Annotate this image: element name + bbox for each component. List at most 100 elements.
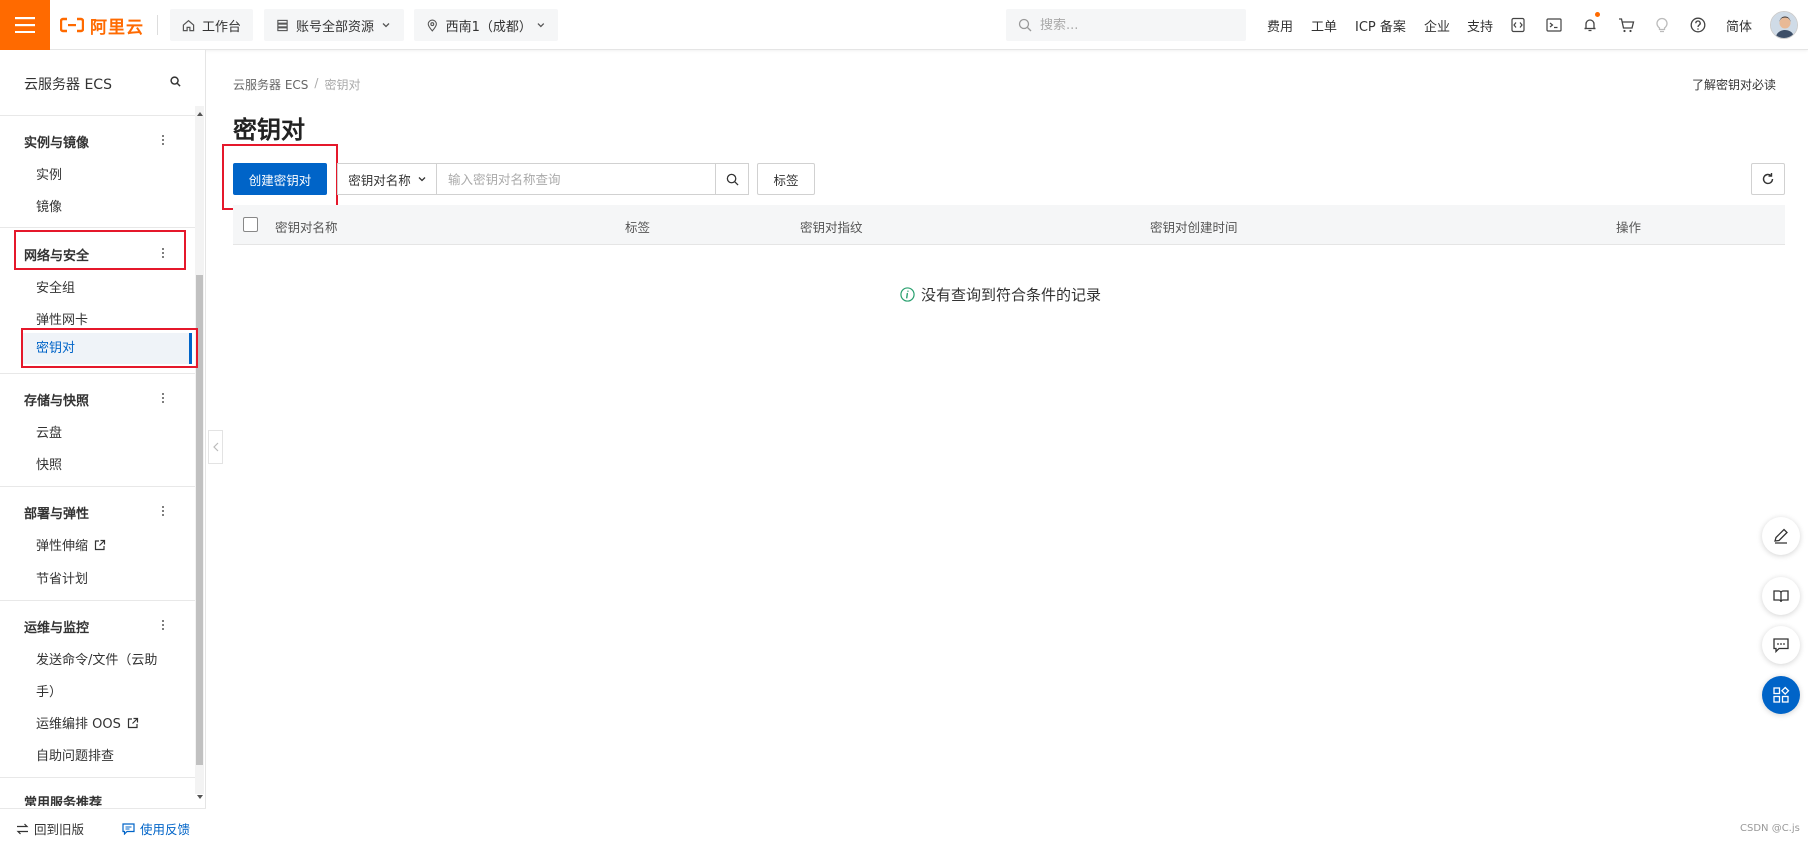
sidebar-title: 云服务器 ECS [24,77,112,93]
user-avatar[interactable] [1770,11,1798,39]
key-pair-search-input[interactable] [436,163,716,195]
sidebar-collapse-button[interactable] [208,430,223,464]
sidebar-group-recommended[interactable]: 常用服务推荐 [24,794,102,806]
column-header-created: 密钥对创建时间 [1150,220,1238,235]
code-icon[interactable] [1508,15,1528,35]
nav-link-billing[interactable]: 费用 [1267,0,1293,50]
edit-float-button[interactable] [1762,517,1800,555]
sidebar-group-network-security[interactable]: 网络与安全 [24,245,89,264]
chevron-down-icon [418,177,426,182]
refresh-button[interactable] [1751,163,1785,195]
sidebar-item-eni[interactable]: 弹性网卡 [36,309,88,328]
more-options-icon[interactable] [158,503,168,519]
docs-float-button[interactable] [1762,577,1800,615]
help-icon[interactable] [1688,15,1708,35]
watermark: CSDN @C.js [1740,823,1800,834]
breadcrumb-separator: / [314,76,319,90]
location-icon [427,19,437,32]
select-all-checkbox[interactable] [243,217,258,232]
sidebar-search-icon[interactable] [170,76,181,87]
sidebar-item-oos[interactable]: 运维编排 OOS [36,713,139,732]
nav-link-support[interactable]: 支持 [1467,0,1493,50]
sidebar-group-storage[interactable]: 存储与快照 [24,390,89,409]
sidebar-item-auto-scaling[interactable]: 弹性伸缩 [36,535,106,554]
sidebar-item-disks[interactable]: 云盘 [36,422,62,441]
more-options-icon[interactable] [158,245,168,261]
aliyun-logo[interactable]: 阿里云 [60,12,144,38]
home-icon [182,19,195,31]
column-header-fingerprint: 密钥对指纹 [800,220,863,235]
feedback-label: 使用反馈 [140,822,191,837]
search-icon [726,173,739,186]
hamburger-menu-button[interactable] [0,0,50,50]
sidebar-item-savings-plan[interactable]: 节省计划 [36,568,88,587]
bulb-icon[interactable] [1652,15,1672,35]
breadcrumb-link-ecs[interactable]: 云服务器 ECS [233,76,308,93]
sidebar-group-deployment[interactable]: 部署与弹性 [24,503,89,522]
sidebar-item-security-groups[interactable]: 安全组 [36,277,75,296]
chevron-down-icon [382,23,390,28]
book-icon [1773,590,1789,603]
terminal-icon[interactable] [1544,15,1564,35]
more-options-icon[interactable] [158,617,168,633]
language-switch[interactable]: 简体 [1726,0,1752,50]
filter-field-dropdown[interactable]: 密钥对名称 [337,163,437,195]
search-button[interactable] [715,163,749,195]
empty-state-message: 没有查询到符合条件的记录 [921,286,1102,304]
region-dropdown[interactable]: 西南1（成都） [414,9,558,41]
nav-link-ticket[interactable]: 工单 [1311,0,1337,50]
logo-text: 阿里云 [90,17,144,38]
notification-dot [1595,12,1600,17]
sidebar-item-images[interactable]: 镜像 [36,196,62,215]
breadcrumb-current: 密钥对 [324,78,361,92]
apps-float-button[interactable] [1762,676,1800,714]
scroll-down-icon[interactable] [197,795,203,799]
nav-link-icp[interactable]: ICP 备案 [1355,0,1406,50]
database-icon [277,19,288,31]
nav-link-enterprise[interactable]: 企业 [1424,0,1450,50]
chevron-left-icon [212,442,218,452]
sidebar-scrollbar-thumb[interactable] [196,275,203,765]
column-header-actions: 操作 [1616,220,1642,235]
feedback-icon [122,822,135,835]
back-to-old-version-link[interactable]: 回到旧版 [16,819,84,838]
cart-icon[interactable] [1616,15,1636,35]
info-icon [900,287,915,302]
feedback-link[interactable]: 使用反馈 [122,819,190,838]
account-scope-label: 账号全部资源 [296,19,375,35]
empty-state: 没有查询到符合条件的记录 [900,284,1101,305]
top-navbar: 阿里云 工作台 账号全部资源 西南1（成都） 费用 工单 ICP 备案 企业 支… [0,0,1808,50]
swap-icon [16,823,29,834]
sidebar-group-instances[interactable]: 实例与镜像 [24,132,89,151]
chat-float-button[interactable] [1762,626,1800,664]
key-pair-help-link[interactable]: 了解密钥对必读 [1692,76,1776,93]
workbench-label: 工作台 [202,19,242,35]
sidebar-item-send-command-cont[interactable]: 手） [36,681,62,700]
account-scope-dropdown[interactable]: 账号全部资源 [264,9,404,41]
sidebar-item-send-command[interactable]: 发送命令/文件（云助 [36,649,157,668]
sidebar-item-instances[interactable]: 实例 [36,164,62,183]
breadcrumb: 云服务器 ECS / 密钥对 [233,76,360,93]
sidebar-item-troubleshoot[interactable]: 自助问题排查 [36,745,114,764]
global-search-input[interactable] [1040,17,1220,33]
back-to-old-version-label: 回到旧版 [34,822,85,837]
sidebar-item-key-pairs[interactable]: 密钥对 [22,333,192,364]
column-header-name: 密钥对名称 [275,220,338,235]
global-search[interactable] [1006,9,1246,41]
create-key-pair-button[interactable]: 创建密钥对 [233,163,327,195]
table-header: 密钥对名称 标签 密钥对指纹 密钥对创建时间 操作 [233,205,1785,245]
scroll-up-icon[interactable] [197,112,203,116]
tag-filter-button[interactable]: 标签 [757,163,815,195]
more-options-icon[interactable] [158,390,168,406]
divider [0,777,195,778]
workbench-button[interactable]: 工作台 [170,9,254,41]
bell-icon[interactable] [1580,12,1600,35]
page-title: 密钥对 [233,116,305,144]
sidebar-group-ops-monitoring[interactable]: 运维与监控 [24,617,89,636]
edit-icon [1774,528,1788,544]
more-options-icon[interactable] [158,132,168,148]
sidebar-footer: 回到旧版 使用反馈 [0,808,206,844]
chevron-down-icon [537,23,545,28]
divider [157,15,158,35]
sidebar-item-snapshots[interactable]: 快照 [36,454,62,473]
